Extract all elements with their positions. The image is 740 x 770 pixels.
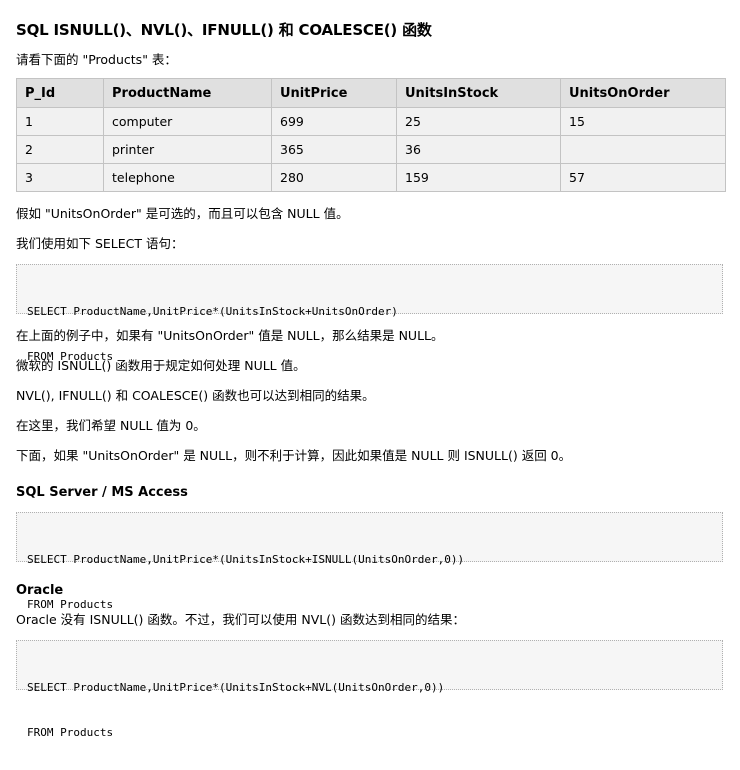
paragraph-select: 我们使用如下 SELECT 语句： <box>16 236 184 251</box>
products-table: P_Id ProductName UnitPrice UnitsInStock … <box>16 78 726 192</box>
paragraph-other-functions: NVL(), IFNULL() 和 COALESCE() 函数也可以达到相同的结… <box>16 388 375 403</box>
code-line: FROM Products <box>27 598 114 611</box>
table-cell <box>560 135 726 164</box>
table-header-row: P_Id ProductName UnitPrice UnitsInStock … <box>16 78 726 108</box>
code-line: SELECT ProductName,UnitPrice*(UnitsInSto… <box>27 681 445 694</box>
paragraph-oracle: Oracle 没有 ISNULL() 函数。不过，我们可以使用 NVL() 函数… <box>16 612 465 627</box>
table-cell: printer <box>103 135 272 164</box>
code-example-isnull: SELECT ProductName,UnitPrice*(UnitsInSto… <box>16 512 723 611</box>
table-cell: 1 <box>16 107 104 136</box>
table-cell: 280 <box>271 163 397 192</box>
table-cell: 2 <box>16 135 104 164</box>
paragraph-hope: 在这里，我们希望 NULL 值为 0。 <box>16 418 206 433</box>
document-page: SQL ISNULL()、NVL()、IFNULL() 和 COALESCE()… <box>0 0 740 739</box>
table-row: 1 computer 699 25 15 <box>16 107 726 136</box>
code-example-basic: SELECT ProductName,UnitPrice*(UnitsInSto… <box>16 264 723 363</box>
code-line: SELECT ProductName,UnitPrice*(UnitsInSto… <box>27 305 398 318</box>
code-line: FROM Products <box>27 726 114 739</box>
intro-text: 请看下面的 "Products" 表： <box>16 52 177 67</box>
page-title: SQL ISNULL()、NVL()、IFNULL() 和 COALESCE()… <box>16 21 432 39</box>
section-heading-oracle: Oracle <box>16 583 64 598</box>
paragraph-null-result: 在上面的例子中，如果有 "UnitsOnOrder" 值是 NULL，那么结果是… <box>16 328 444 343</box>
table-cell: computer <box>103 107 272 136</box>
section-heading-sqlserver: SQL Server / MS Access <box>16 485 188 500</box>
table-cell: 57 <box>560 163 726 192</box>
column-header-productname: ProductName <box>103 78 272 108</box>
column-header-unitprice: UnitPrice <box>271 78 397 108</box>
column-header-unitsonorder: UnitsOnOrder <box>560 78 726 108</box>
table-cell: 25 <box>396 107 561 136</box>
table-cell: 36 <box>396 135 561 164</box>
table-cell: 159 <box>396 163 561 192</box>
paragraph-isnull: 微软的 ISNULL() 函数用于规定如何处理 NULL 值。 <box>16 358 306 373</box>
table-cell: 3 <box>16 163 104 192</box>
code-example-nvl: SELECT ProductName,UnitPrice*(UnitsInSto… <box>16 640 723 739</box>
table-row: 3 telephone 280 159 57 <box>16 163 726 192</box>
paragraph-below: 下面，如果 "UnitsOnOrder" 是 NULL，则不利于计算，因此如果值… <box>16 448 572 463</box>
table-cell: 365 <box>271 135 397 164</box>
code-line: SELECT ProductName,UnitPrice*(UnitsInSto… <box>27 553 465 566</box>
paragraph-optional: 假如 "UnitsOnOrder" 是可选的，而且可以包含 NULL 值。 <box>16 206 349 221</box>
table-cell: 699 <box>271 107 397 136</box>
table-cell: telephone <box>103 163 272 192</box>
table-cell: 15 <box>560 107 726 136</box>
table-row: 2 printer 365 36 <box>16 135 726 164</box>
column-header-unitsinstock: UnitsInStock <box>396 78 561 108</box>
column-header-p-id: P_Id <box>16 78 104 108</box>
